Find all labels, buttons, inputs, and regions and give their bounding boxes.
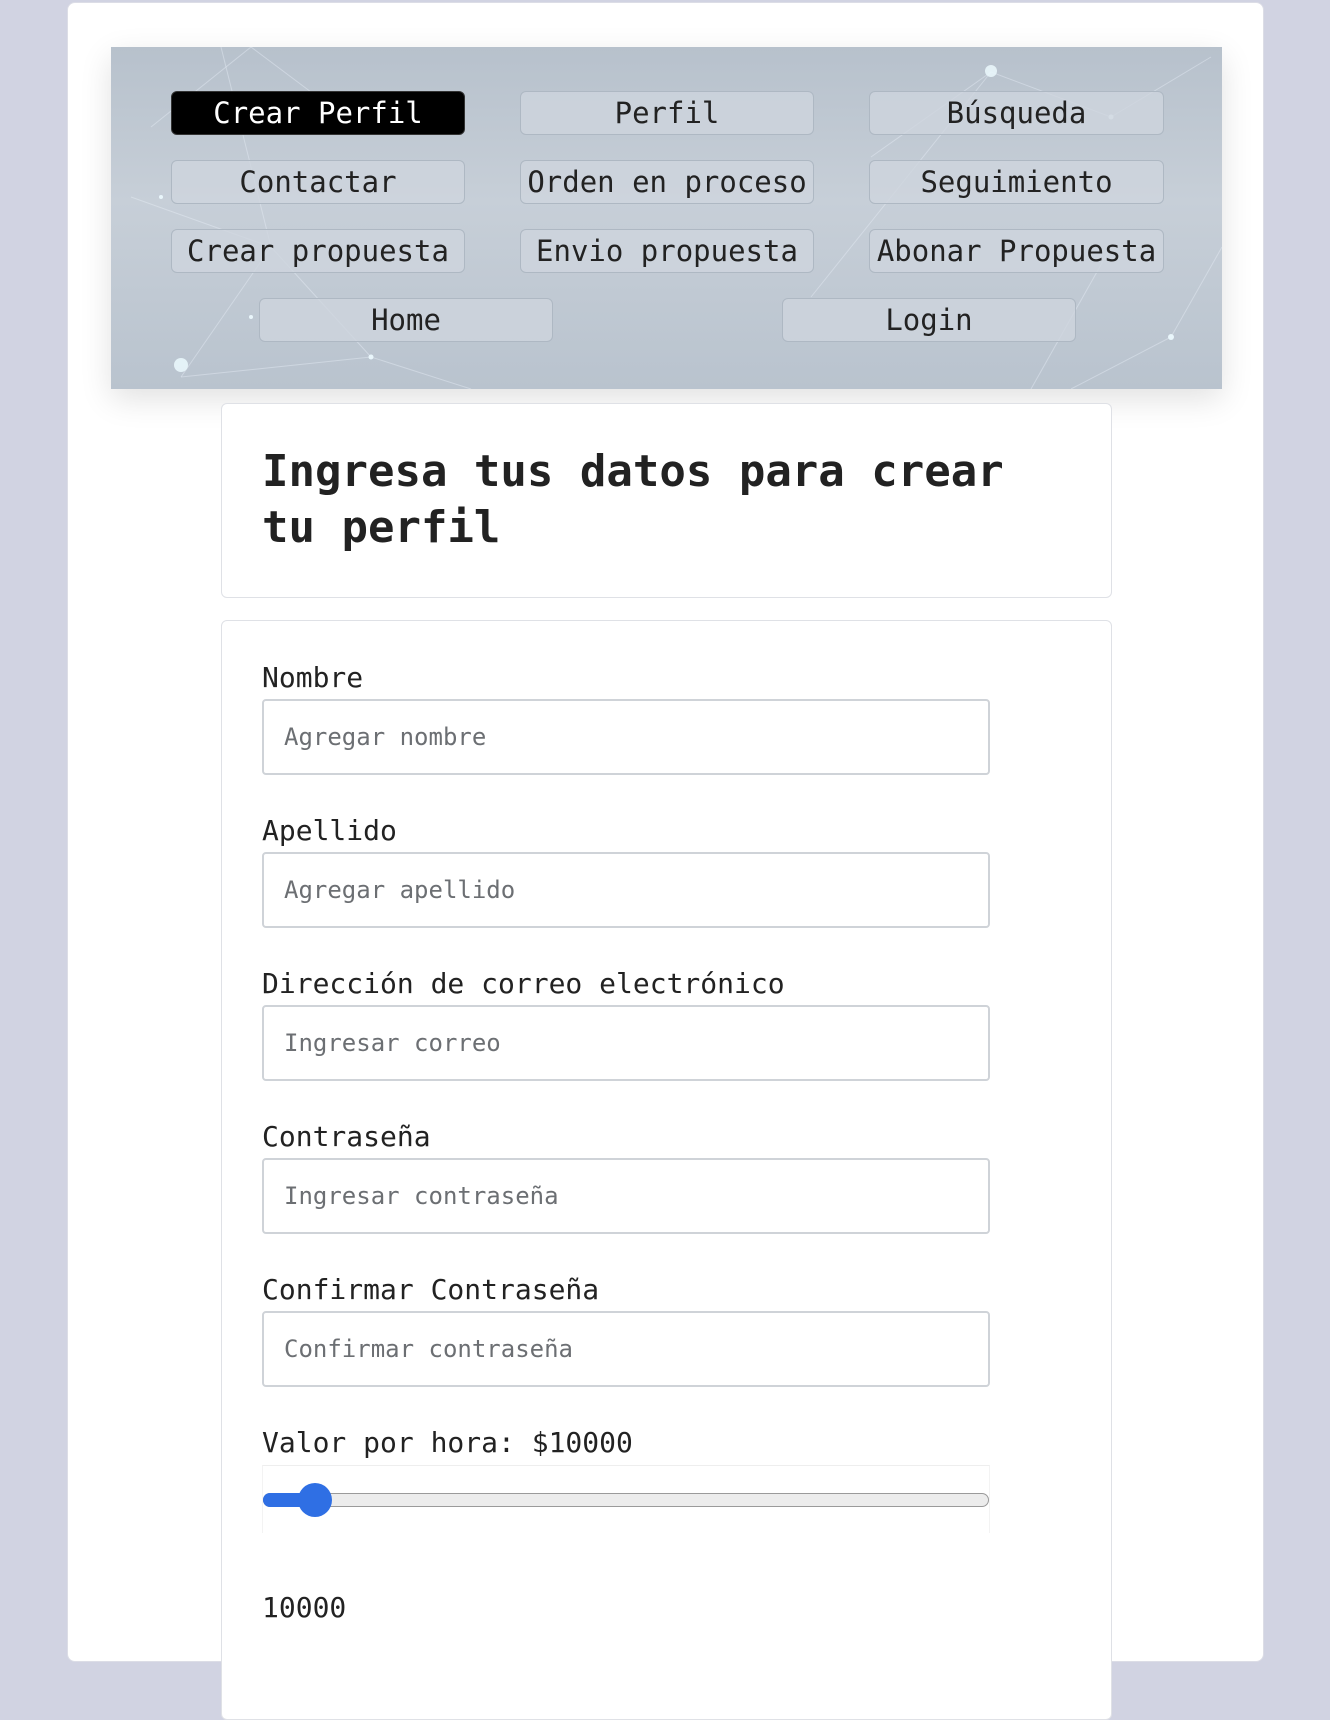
contrasena-label: Contraseña [262,1120,431,1153]
slider-track[interactable] [263,1493,989,1507]
valor-por-hora-value: 10000 [262,1591,347,1624]
page-title: Ingresa tus datos para crear tu perfil [262,446,1004,553]
nav-busqueda-button[interactable]: Búsqueda [869,91,1164,135]
nav-perfil-button[interactable]: Perfil [520,91,814,135]
correo-input[interactable] [262,1005,990,1081]
confirmar-contrasena-label: Confirmar Contraseña [262,1273,600,1306]
nav-login-button[interactable]: Login [782,298,1076,342]
correo-label: Dirección de correo electrónico [262,967,785,1000]
nav-crear-perfil-button[interactable]: Crear Perfil [171,91,465,135]
nav-banner: Crear Perfil Perfil Búsqueda Contactar O… [111,47,1222,389]
nav-envio-propuesta-button[interactable]: Envio propuesta [520,229,814,273]
apellido-label: Apellido [262,814,397,847]
slider-thumb[interactable] [298,1483,332,1517]
page-container: Crear Perfil Perfil Búsqueda Contactar O… [67,2,1264,1720]
nav-crear-propuesta-button[interactable]: Crear propuesta [171,229,465,273]
title-card: Ingresa tus datos para crear tu perfil [221,403,1112,598]
nav-home-button[interactable]: Home [259,298,553,342]
nav-seguimiento-button[interactable]: Seguimiento [869,160,1164,204]
nombre-input[interactable] [262,699,990,775]
nav-contactar-button[interactable]: Contactar [171,160,465,204]
valor-por-hora-slider[interactable] [262,1465,990,1533]
nav-orden-en-proceso-button[interactable]: Orden en proceso [520,160,814,204]
confirmar-contrasena-input[interactable] [262,1311,990,1387]
apellido-input[interactable] [262,852,990,928]
nombre-label: Nombre [262,661,364,694]
valor-por-hora-label: Valor por hora: $10000 [262,1426,633,1459]
nav-abonar-propuesta-button[interactable]: Abonar Propuesta [869,229,1164,273]
contrasena-input[interactable] [262,1158,990,1234]
profile-form: Nombre Apellido Dirección de correo elec… [221,620,1112,1720]
